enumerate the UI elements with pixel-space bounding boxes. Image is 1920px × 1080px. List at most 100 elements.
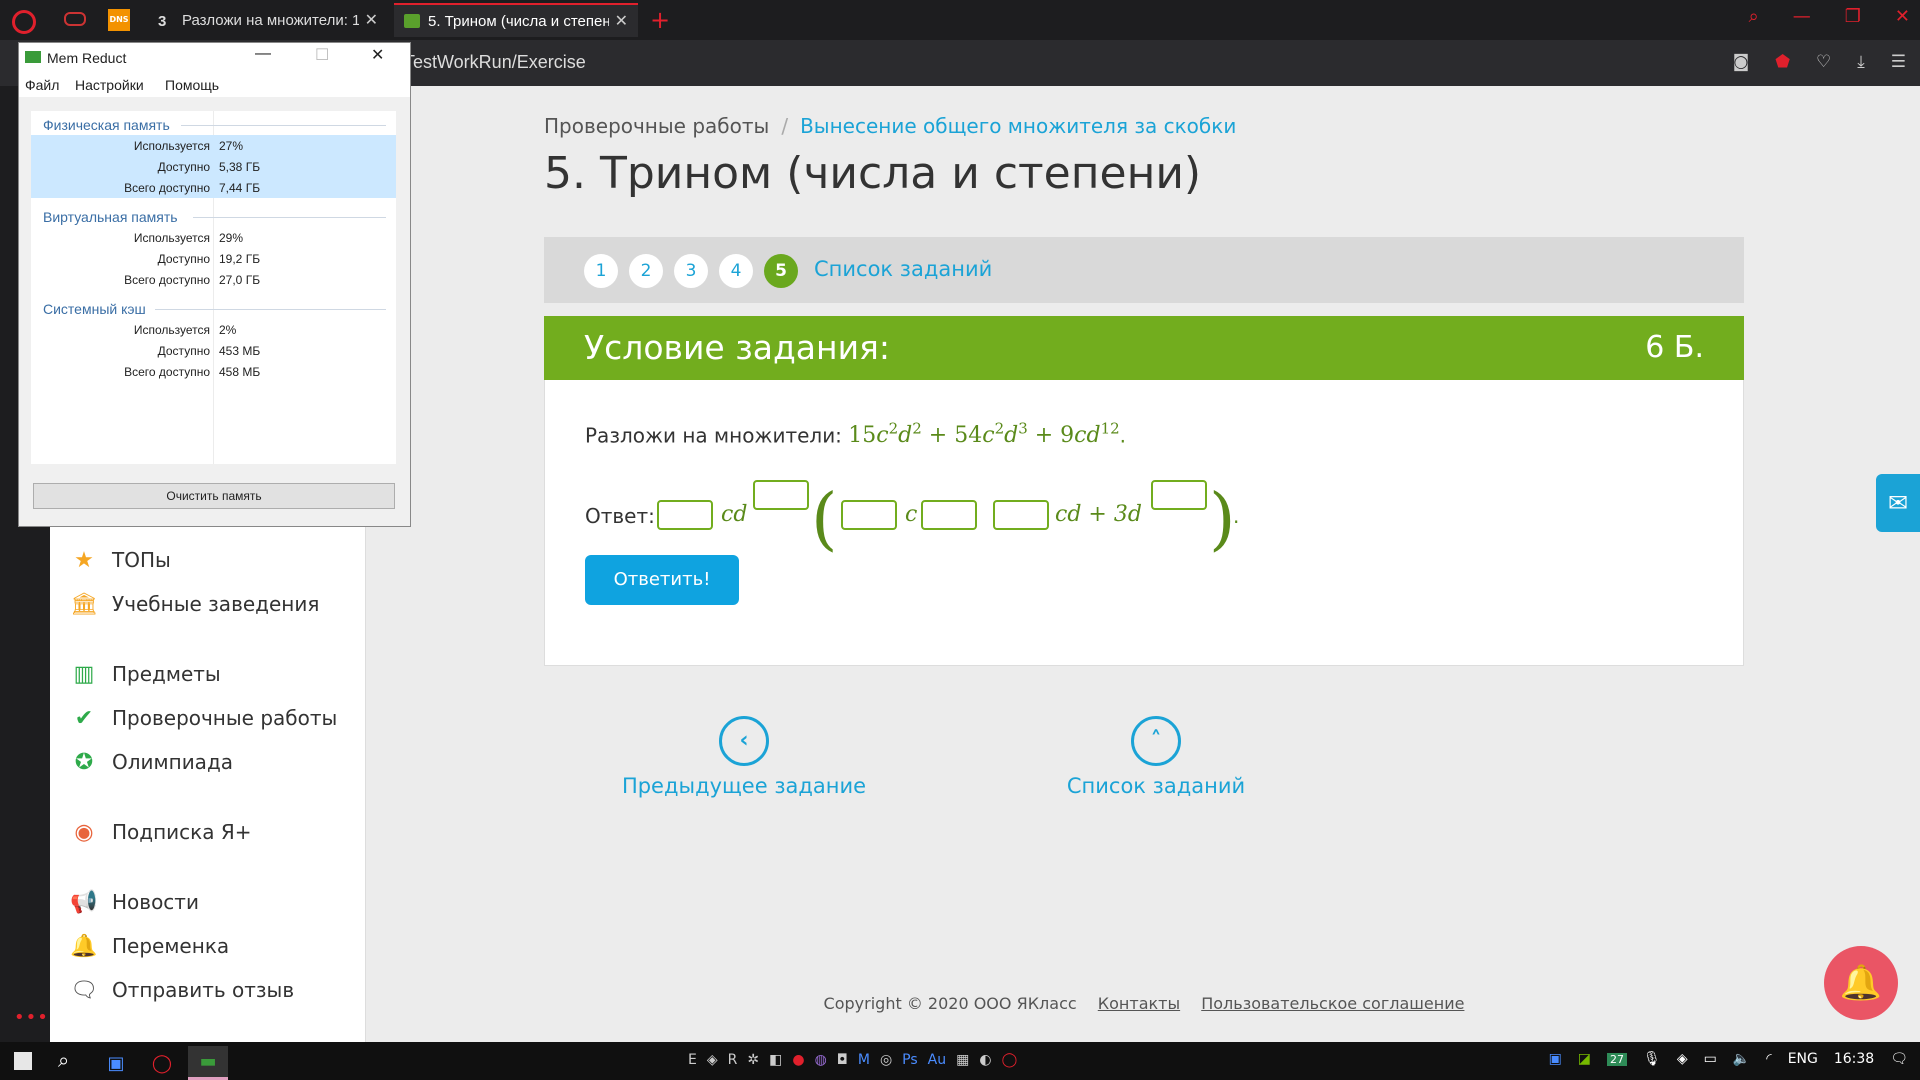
app-icon[interactable]: R bbox=[728, 1052, 738, 1068]
opera-app-icon[interactable]: ◯ bbox=[142, 1046, 182, 1080]
gamepad-icon[interactable] bbox=[64, 12, 86, 26]
download-icon[interactable]: ⤓ bbox=[1857, 52, 1865, 72]
search-icon[interactable]: ⌕ bbox=[58, 1048, 69, 1072]
viber-icon[interactable]: ◍ bbox=[815, 1052, 827, 1068]
steam-tray-icon[interactable]: ◈ bbox=[1677, 1051, 1688, 1067]
opera-gx-icon[interactable]: ◯ bbox=[1002, 1052, 1018, 1068]
tab-factorize[interactable]: 3 Разложи на множители: 1 ✕ bbox=[148, 3, 388, 37]
chevron-left-icon[interactable]: ‹ bbox=[719, 716, 769, 766]
notification-bell-button[interactable]: 🔔 bbox=[1824, 946, 1898, 1020]
sidebar-item-schools[interactable]: 🏛 Учебные заведения bbox=[70, 590, 319, 618]
clock[interactable]: 16:38 bbox=[1834, 1051, 1874, 1067]
minimize-icon[interactable]: — bbox=[1793, 6, 1811, 27]
answer-input-term1-power[interactable] bbox=[921, 500, 977, 530]
answer-input-term2[interactable] bbox=[993, 500, 1049, 530]
shield-icon[interactable]: ⬟ bbox=[1775, 52, 1790, 72]
menu-settings[interactable]: Настройки bbox=[75, 77, 144, 93]
settings-icon[interactable]: ☰ bbox=[1891, 52, 1906, 72]
language-indicator[interactable]: ENG bbox=[1788, 1051, 1818, 1067]
steam-icon[interactable]: ◈ bbox=[707, 1052, 718, 1068]
app-icon[interactable]: ✲ bbox=[747, 1052, 759, 1068]
sidebar-item-olympiad[interactable]: ✪ Олимпиада bbox=[70, 748, 233, 776]
minimize-icon[interactable]: — bbox=[255, 45, 271, 63]
sidebar-item-subscription[interactable]: ◉ Подписка Я+ bbox=[70, 818, 251, 846]
menu-file[interactable]: Файл bbox=[25, 77, 59, 93]
previous-task-nav[interactable]: ‹ Предыдущее задание bbox=[614, 716, 874, 798]
obs-icon[interactable]: ◎ bbox=[880, 1052, 892, 1068]
zoom-tray-icon[interactable]: ▣ bbox=[1549, 1051, 1562, 1067]
task-list-bottom-link[interactable]: Список заданий bbox=[1026, 774, 1286, 798]
sidebar-item-subjects[interactable]: ▥ Предметы bbox=[70, 660, 221, 688]
sidebar-item-break[interactable]: 🔔 Переменка bbox=[70, 932, 229, 960]
app-icon[interactable]: ▦ bbox=[956, 1052, 969, 1068]
camera-icon[interactable]: ◙ bbox=[1733, 52, 1750, 72]
epic-games-icon[interactable]: E bbox=[688, 1052, 697, 1068]
list-item[interactable]: Всего доступно 7,44 ГБ bbox=[31, 177, 396, 198]
more-dots-icon[interactable]: ••• bbox=[14, 1007, 49, 1028]
chevron-up-icon[interactable]: ˄ bbox=[1131, 716, 1181, 766]
agreement-link[interactable]: Пользовательское соглашение bbox=[1201, 994, 1464, 1013]
close-window-icon[interactable]: ✕ bbox=[1895, 6, 1910, 27]
battery-icon[interactable]: ▭ bbox=[1704, 1051, 1717, 1067]
task-list-link[interactable]: Список заданий bbox=[814, 257, 992, 281]
dns-pinned-tab-icon[interactable]: DNS bbox=[108, 9, 130, 31]
volume-icon[interactable]: 🔈 bbox=[1733, 1051, 1750, 1067]
record-icon[interactable]: ● bbox=[792, 1052, 804, 1068]
nvidia-icon[interactable]: ◪ bbox=[1578, 1051, 1591, 1067]
close-icon[interactable]: ✕ bbox=[371, 45, 384, 65]
restore-icon[interactable]: ❐ bbox=[1845, 6, 1861, 27]
opera-logo-icon[interactable] bbox=[12, 10, 36, 34]
memreduct-stats-list[interactable]: Физическая память Используется 27% Доступ… bbox=[31, 111, 396, 464]
tray-badge[interactable]: 27 bbox=[1607, 1052, 1628, 1066]
task-link-2[interactable]: 2 bbox=[629, 254, 663, 288]
sidebar-item-tops[interactable]: ★ ТОПы bbox=[70, 546, 171, 574]
audition-icon[interactable]: Au bbox=[928, 1052, 946, 1068]
menu-help[interactable]: Помощь bbox=[165, 77, 219, 93]
microphone-icon[interactable]: 🎙 bbox=[1643, 1051, 1661, 1067]
new-tab-plus-icon[interactable]: + bbox=[650, 6, 670, 34]
list-item[interactable]: Доступно 453 МБ bbox=[31, 340, 396, 361]
notifications-icon[interactable]: 🗨 bbox=[1890, 1051, 1908, 1067]
sidebar-item-news[interactable]: 📢 Новости bbox=[70, 888, 199, 916]
submit-answer-button[interactable]: Ответить! bbox=[585, 555, 739, 605]
answer-input-coefficient[interactable] bbox=[657, 500, 713, 530]
wifi-icon[interactable]: ◜ bbox=[1766, 1051, 1771, 1067]
tab-trinom[interactable]: 5. Трином (числа и степен ✕ bbox=[394, 3, 638, 37]
close-icon[interactable]: ✕ bbox=[615, 11, 628, 31]
list-item[interactable]: Доступно 5,38 ГБ bbox=[31, 156, 396, 177]
list-item[interactable]: Используется 2% bbox=[31, 319, 396, 340]
task-link-1[interactable]: 1 bbox=[584, 254, 618, 288]
memreduct-taskbar-icon[interactable]: ▬ bbox=[188, 1046, 228, 1080]
close-icon[interactable]: ✕ bbox=[365, 10, 378, 30]
zoom-app-icon[interactable]: ▣ bbox=[96, 1046, 136, 1080]
mail-feedback-tab[interactable]: ✉ bbox=[1876, 474, 1920, 532]
clean-memory-button[interactable]: Очистить память bbox=[33, 483, 395, 509]
task-link-5-active[interactable]: 5 bbox=[764, 254, 798, 288]
answer-input-term3-power[interactable] bbox=[1151, 480, 1207, 510]
list-item[interactable]: Всего доступно 458 МБ bbox=[31, 361, 396, 382]
list-item[interactable]: Всего доступно 27,0 ГБ bbox=[31, 269, 396, 290]
app-icon[interactable]: ◐ bbox=[979, 1052, 991, 1068]
answer-input-term1[interactable] bbox=[841, 500, 897, 530]
previous-task-link[interactable]: Предыдущее задание bbox=[614, 774, 874, 798]
url-field[interactable]: TestWorkRun/Exercise bbox=[404, 52, 586, 73]
app-icon[interactable]: ◧ bbox=[769, 1052, 782, 1068]
sidebar-item-feedback[interactable]: 🗨 Отправить отзыв bbox=[70, 976, 294, 1004]
heart-icon[interactable]: ♡ bbox=[1816, 52, 1831, 72]
task-link-4[interactable]: 4 bbox=[719, 254, 753, 288]
app-icon[interactable]: M bbox=[858, 1052, 870, 1068]
task-link-3[interactable]: 3 bbox=[674, 254, 708, 288]
photoshop-icon[interactable]: Ps bbox=[902, 1052, 918, 1068]
breadcrumb-root[interactable]: Проверочные работы bbox=[544, 114, 769, 138]
answer-input-exponent[interactable] bbox=[753, 480, 809, 510]
breadcrumb-current[interactable]: Вынесение общего множителя за скобки bbox=[800, 114, 1236, 138]
list-item[interactable]: Используется 27% bbox=[31, 135, 396, 156]
search-icon[interactable]: ⌕ bbox=[1749, 6, 1759, 27]
list-item[interactable]: Используется 29% bbox=[31, 227, 396, 248]
discord-icon[interactable]: ◘ bbox=[837, 1052, 848, 1068]
list-item[interactable]: Доступно 19,2 ГБ bbox=[31, 248, 396, 269]
task-list-nav[interactable]: ˄ Список заданий bbox=[1026, 716, 1286, 798]
contacts-link[interactable]: Контакты bbox=[1098, 994, 1180, 1013]
sidebar-item-tests[interactable]: ✔ Проверочные работы bbox=[70, 704, 338, 732]
windows-start-icon[interactable] bbox=[14, 1052, 32, 1070]
